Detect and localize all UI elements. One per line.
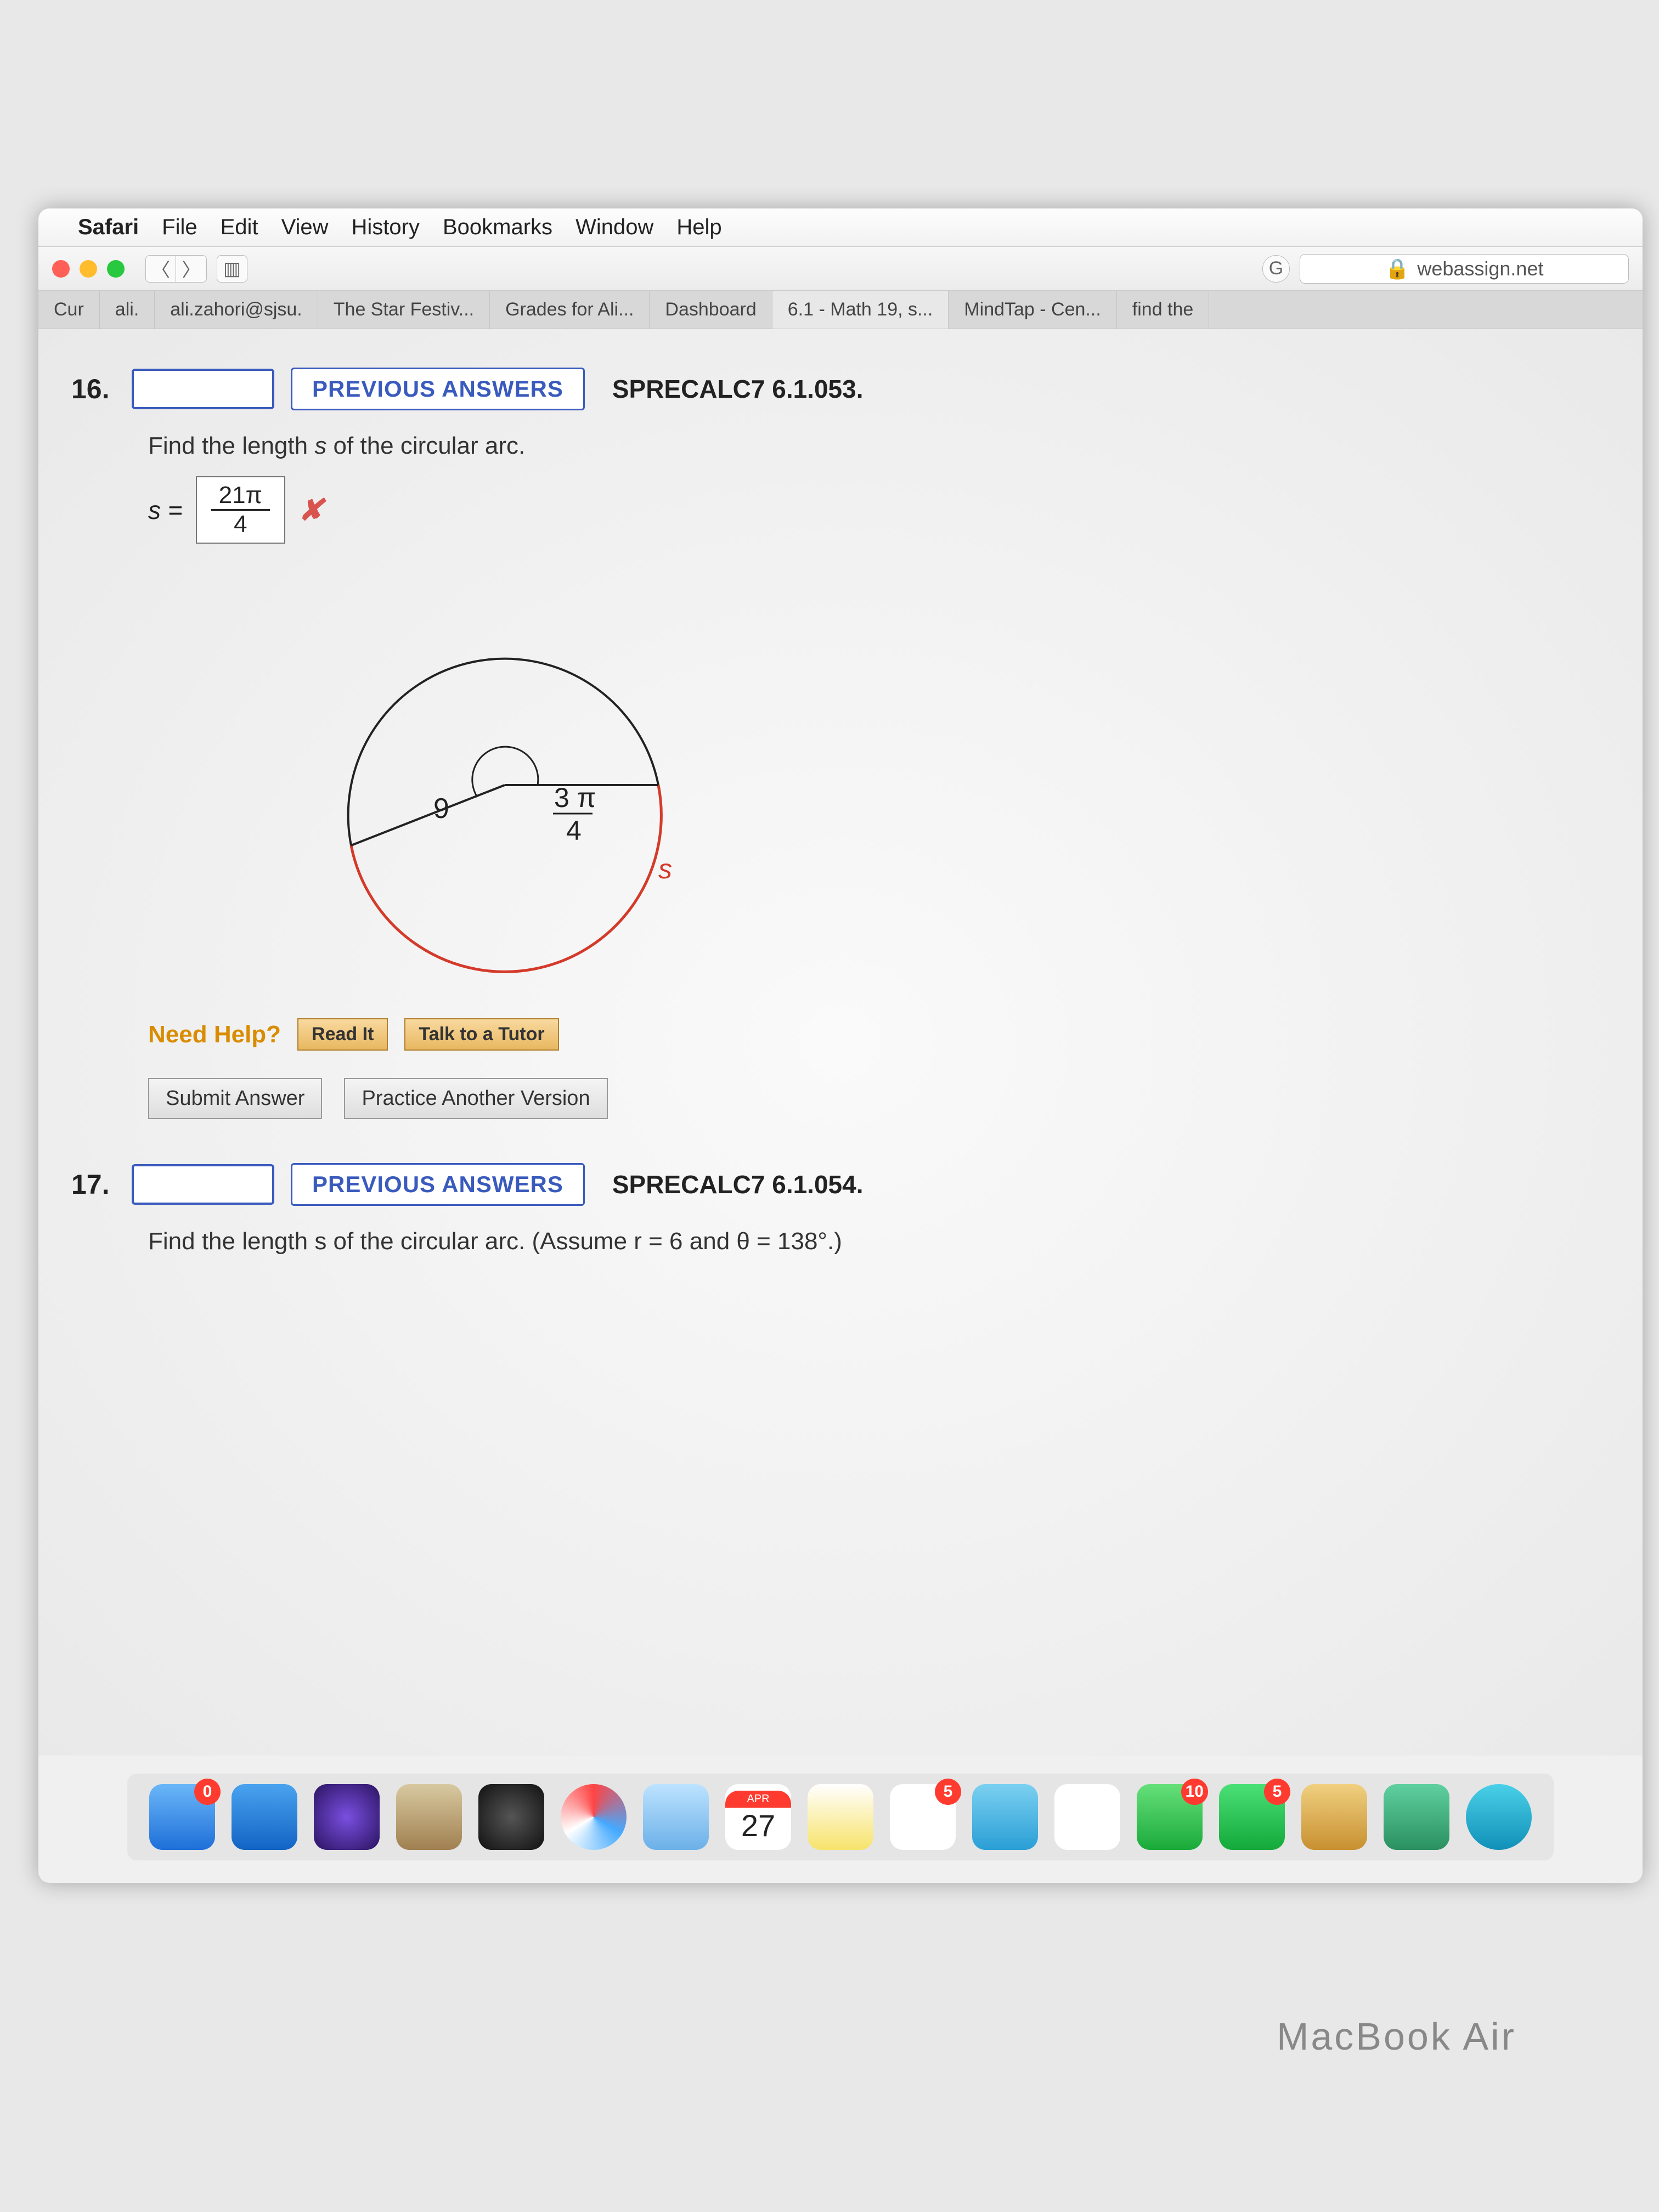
tab-item[interactable]: 6.1 - Math 19, s...	[772, 291, 949, 329]
tab-item[interactable]: Dashboard	[650, 291, 772, 329]
dock-safari2-icon[interactable]	[561, 1784, 627, 1850]
dock-reminders-icon[interactable]: 5	[890, 1784, 956, 1850]
minimize-icon[interactable]	[80, 260, 97, 278]
dock-finder-icon[interactable]	[232, 1784, 297, 1850]
badge: 10	[1181, 1779, 1208, 1805]
svg-text:4: 4	[566, 815, 582, 846]
need-help-label: Need Help?	[148, 1021, 281, 1048]
question-prompt: Find the length s of the circular arc. (…	[148, 1228, 1610, 1255]
grammarly-icon[interactable]: G	[1262, 255, 1290, 283]
dock-messages-icon[interactable]: 10	[1137, 1784, 1203, 1850]
dock-photos-icon[interactable]	[1054, 1784, 1120, 1850]
zoom-icon[interactable]	[107, 260, 125, 278]
calendar-month: APR	[725, 1791, 791, 1808]
dock-notes-icon[interactable]	[808, 1784, 873, 1850]
question-reference: SPRECALC7 6.1.054.	[612, 1170, 864, 1199]
dock-mail-icon[interactable]	[643, 1784, 709, 1850]
incorrect-icon: ✘	[298, 493, 323, 527]
lock-icon: 🔒	[1385, 257, 1410, 280]
tab-item[interactable]: Cur	[38, 291, 100, 329]
close-icon[interactable]	[52, 260, 70, 278]
menu-view[interactable]: View	[281, 215, 329, 240]
tab-item[interactable]: Grades for Ali...	[490, 291, 650, 329]
tab-item[interactable]: MindTap - Cen...	[949, 291, 1116, 329]
talk-to-tutor-button[interactable]: Talk to a Tutor	[404, 1018, 558, 1051]
menubar-app[interactable]: Safari	[78, 215, 139, 240]
back-button[interactable]: 〈	[145, 255, 176, 283]
previous-answers-button[interactable]: PREVIOUS ANSWERS	[291, 1163, 585, 1206]
question-reference: SPRECALC7 6.1.053.	[612, 374, 864, 404]
question-prompt: Find the length s of the circular arc.	[148, 432, 1610, 460]
sidebar-toggle-button[interactable]: ▥	[217, 255, 247, 283]
radius-label: 9	[433, 793, 449, 825]
tab-item[interactable]: ali.zahori@sjsu.	[155, 291, 318, 329]
address-bar[interactable]: 🔒 webassign.net	[1300, 254, 1629, 284]
question-header: 16. PREVIOUS ANSWERS SPRECALC7 6.1.053.	[71, 368, 1610, 410]
browser-toolbar: 〈 〉 ▥ G 🔒 webassign.net	[38, 247, 1643, 291]
dock[interactable]: 0 APR 27 5 10 5	[127, 1773, 1554, 1861]
dock-maps-icon[interactable]	[972, 1784, 1038, 1850]
menu-bookmarks[interactable]: Bookmarks	[443, 215, 552, 240]
svg-text:3 π: 3 π	[554, 782, 596, 813]
dock-safari-icon[interactable]: 0	[149, 1784, 215, 1850]
help-row: Need Help? Read It Talk to a Tutor	[148, 1018, 1610, 1051]
dock-chess-icon[interactable]	[396, 1784, 462, 1850]
window-controls[interactable]	[52, 260, 125, 278]
question-header: 17. PREVIOUS ANSWERS SPRECALC7 6.1.054.	[71, 1163, 1610, 1206]
tab-item[interactable]: ali.	[100, 291, 155, 329]
dock-books-icon[interactable]	[1301, 1784, 1367, 1850]
dock-launchpad-icon[interactable]	[478, 1784, 544, 1850]
question-number: 16.	[71, 373, 115, 405]
menu-file[interactable]: File	[162, 215, 197, 240]
tab-strip: Cur ali. ali.zahori@sjsu. The Star Festi…	[38, 291, 1643, 329]
badge: 5	[935, 1779, 961, 1805]
read-it-button[interactable]: Read It	[297, 1018, 388, 1051]
page-content: 16. PREVIOUS ANSWERS SPRECALC7 6.1.053. …	[38, 329, 1643, 1756]
answer-input[interactable]: 21π 4	[196, 476, 285, 544]
answer-denominator: 4	[234, 511, 247, 538]
menu-help[interactable]: Help	[676, 215, 721, 240]
practice-another-button[interactable]: Practice Another Version	[344, 1078, 607, 1119]
calendar-day: 27	[741, 1808, 775, 1843]
tab-item[interactable]: The Star Festiv...	[318, 291, 490, 329]
dock-siri-icon[interactable]	[1466, 1784, 1532, 1850]
menu-history[interactable]: History	[352, 215, 420, 240]
menu-window[interactable]: Window	[575, 215, 653, 240]
dock-numbers-icon[interactable]	[1384, 1784, 1449, 1850]
answer-numerator: 21π	[211, 482, 270, 511]
dock-calendar-icon[interactable]: APR 27	[725, 1784, 791, 1850]
score-input[interactable]	[132, 369, 274, 409]
svg-text:s: s	[658, 854, 672, 884]
submit-answer-button[interactable]: Submit Answer	[148, 1078, 322, 1119]
score-input[interactable]	[132, 1164, 274, 1205]
question-number: 17.	[71, 1169, 115, 1200]
url-host: webassign.net	[1417, 257, 1543, 280]
tab-item[interactable]: find the	[1117, 291, 1210, 329]
s-equals-label: s =	[148, 495, 183, 525]
badge: 5	[1264, 1779, 1290, 1805]
dock-facetime-icon[interactable]: 5	[1219, 1784, 1285, 1850]
forward-button[interactable]: 〉	[176, 255, 207, 283]
mac-menubar[interactable]: Safari File Edit View History Bookmarks …	[38, 208, 1643, 247]
badge: 0	[194, 1779, 221, 1805]
dock-nightsky-icon[interactable]	[314, 1784, 380, 1850]
previous-answers-button[interactable]: PREVIOUS ANSWERS	[291, 368, 585, 410]
menu-edit[interactable]: Edit	[221, 215, 258, 240]
circle-diagram: 9 3 π 4 s	[280, 588, 1610, 985]
laptop-model-label: MacBook Air	[1277, 2015, 1516, 2058]
